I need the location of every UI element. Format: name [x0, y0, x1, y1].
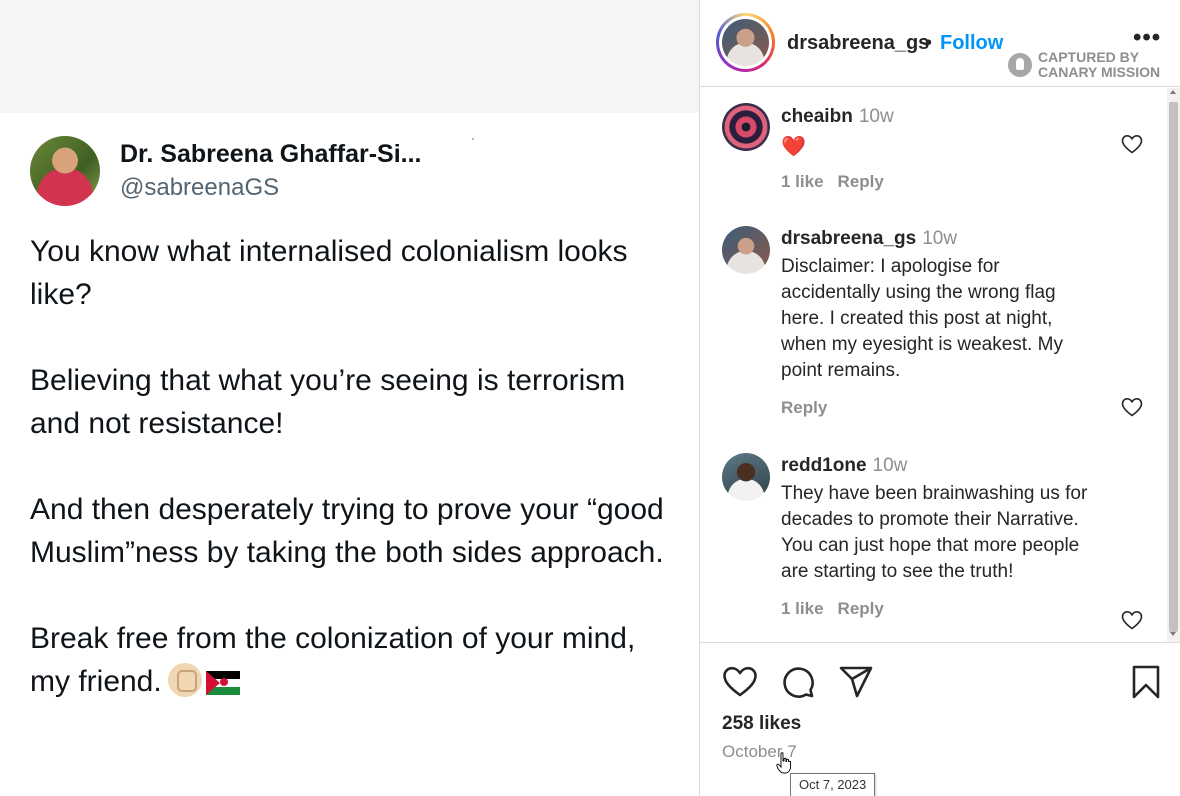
- comment-time[interactable]: 10w: [922, 228, 957, 249]
- tweet-paragraph-last: Break free from the colonization of your…: [30, 617, 680, 703]
- share-paper-plane-icon[interactable]: [837, 663, 875, 701]
- tweet-artifact-dot: [472, 138, 474, 140]
- tweet-paragraph: Believing that what you’re seeing is ter…: [30, 364, 626, 440]
- watermark-text: CAPTURED BY CANARY MISSION: [1038, 49, 1161, 80]
- tweet-panel: Dr. Sabreena Ghaffar-Si... @sabreenaGS Y…: [0, 0, 699, 796]
- tweet-display-name: Dr. Sabreena Ghaffar-Si...: [120, 140, 422, 168]
- comment-like-heart-icon[interactable]: [1120, 395, 1144, 419]
- post-header: drsabreena_gs • Follow ••• CAPTURED BY C…: [700, 0, 1180, 87]
- comment-meta: 1 like Reply: [781, 599, 898, 619]
- comment-text: ❤️: [781, 136, 806, 158]
- commenter-avatar[interactable]: [722, 103, 770, 151]
- tweet-paragraph: And then desperately trying to prove you…: [30, 493, 664, 569]
- comment-time[interactable]: 10w: [859, 106, 894, 127]
- like-heart-icon[interactable]: [721, 663, 759, 701]
- reply-button[interactable]: Reply: [838, 172, 884, 191]
- likes-count[interactable]: 258 likes: [722, 713, 801, 735]
- comment-text: They have been brainwashing us for decad…: [781, 483, 1088, 582]
- comments-list[interactable]: cheaibn 10w ❤️ 1 like Reply drsabreena_gs 1…: [700, 88, 1167, 642]
- reply-button[interactable]: Reply: [781, 398, 827, 417]
- comment-username[interactable]: cheaibn: [781, 106, 853, 127]
- save-bookmark-icon[interactable]: [1127, 663, 1165, 701]
- tweet-paragraph: You know what internalised colonialism l…: [30, 235, 628, 311]
- comment-like-heart-icon[interactable]: [1120, 132, 1144, 156]
- commenter-avatar[interactable]: [722, 453, 770, 501]
- comments-scrollbar[interactable]: [1167, 88, 1180, 642]
- scroll-down-arrow-icon[interactable]: [1170, 632, 1176, 636]
- canary-logo-icon: [1008, 53, 1032, 77]
- reply-button[interactable]: Reply: [838, 599, 884, 618]
- tweet-handle: @sabreenaGS: [120, 174, 280, 201]
- post-author-username[interactable]: drsabreena_gs: [787, 32, 929, 55]
- header-separator: •: [925, 32, 933, 54]
- comment-text: Disclaimer: I apologise for accidentally…: [781, 256, 1063, 381]
- profile-photo: [722, 19, 769, 66]
- follow-button[interactable]: Follow: [940, 32, 1003, 55]
- flag-emoji-icon: [205, 671, 240, 695]
- hand-cursor-icon: [776, 752, 791, 774]
- canary-mission-watermark: CAPTURED BY CANARY MISSION: [1008, 48, 1168, 82]
- comment-username[interactable]: redd1one: [781, 455, 867, 476]
- raised-fist-emoji-icon: [167, 663, 202, 697]
- comment-bubble-icon[interactable]: [779, 663, 817, 701]
- tweet-avatar: [30, 136, 100, 206]
- comment-meta: Reply: [781, 398, 841, 418]
- commenter-avatar[interactable]: [722, 226, 770, 274]
- comment-like-heart-icon[interactable]: [1120, 608, 1144, 632]
- comment-likes[interactable]: 1 like: [781, 599, 824, 618]
- actions-divider: [700, 642, 1180, 643]
- scroll-up-arrow-icon[interactable]: [1170, 90, 1176, 94]
- comment-username-line: redd1one 10w: [781, 455, 907, 477]
- profile-avatar[interactable]: [716, 13, 775, 72]
- comment-username[interactable]: drsabreena_gs: [781, 228, 916, 249]
- tweet-body: You know what internalised colonialism l…: [30, 230, 680, 703]
- instagram-panel: drsabreena_gs • Follow ••• CAPTURED BY C…: [700, 0, 1180, 796]
- comment-time[interactable]: 10w: [873, 455, 908, 476]
- scrollbar-thumb[interactable]: [1169, 102, 1178, 632]
- comment-username-line: drsabreena_gs 10w: [781, 228, 957, 250]
- comment-username-line: cheaibn 10w: [781, 106, 894, 128]
- date-tooltip: Oct 7, 2023: [790, 773, 876, 796]
- comment-likes[interactable]: 1 like: [781, 172, 824, 191]
- tweet-paragraph-text: Break free from the colonization of your…: [30, 622, 636, 698]
- comment-meta: 1 like Reply: [781, 172, 898, 192]
- tweet-top-bar: [0, 0, 699, 113]
